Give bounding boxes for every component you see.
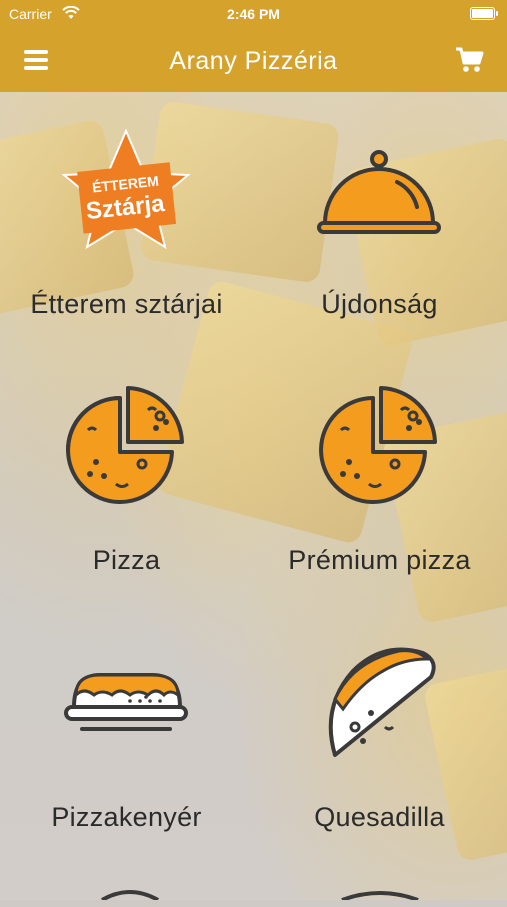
status-bar: Carrier 2:46 PM (0, 0, 507, 28)
category-pizzakenyer[interactable]: Pizzakenyér (0, 637, 253, 907)
partial-category-icon (341, 891, 419, 900)
page-title: Arany Pizzéria (169, 47, 338, 75)
pizza-bread-icon (64, 673, 188, 731)
category-quesadilla[interactable]: Quesadilla (253, 637, 506, 907)
serving-cloche-icon (317, 150, 441, 234)
category-label: Pizzakenyér (51, 802, 202, 832)
category-ujdonsag[interactable]: Újdonság (253, 127, 506, 397)
category-label: Prémium pizza (288, 545, 471, 575)
partial-category-icon (101, 890, 159, 900)
category-label: Pizza (92, 545, 161, 575)
quesadilla-icon (328, 647, 436, 757)
category-etterem-sztarjai[interactable]: ÉTTEREM Sztárja Étterem sztárjai (0, 127, 253, 397)
shopping-cart-icon[interactable] (455, 46, 485, 74)
app-header: Arany Pizzéria (0, 28, 507, 92)
category-pizza[interactable]: Pizza (0, 380, 253, 650)
category-premium-pizza[interactable]: Prémium pizza (253, 380, 506, 650)
battery-icon (470, 7, 498, 20)
etterem-sztarja-badge-icon: ÉTTEREM Sztárja (61, 128, 191, 250)
pizza-icon (65, 386, 184, 504)
category-label: Újdonság (321, 289, 438, 319)
premium-pizza-icon (319, 386, 437, 504)
clock: 2:46 PM (227, 6, 280, 22)
category-label: Quesadilla (314, 802, 445, 832)
category-label: Étterem sztárjai (30, 289, 223, 319)
